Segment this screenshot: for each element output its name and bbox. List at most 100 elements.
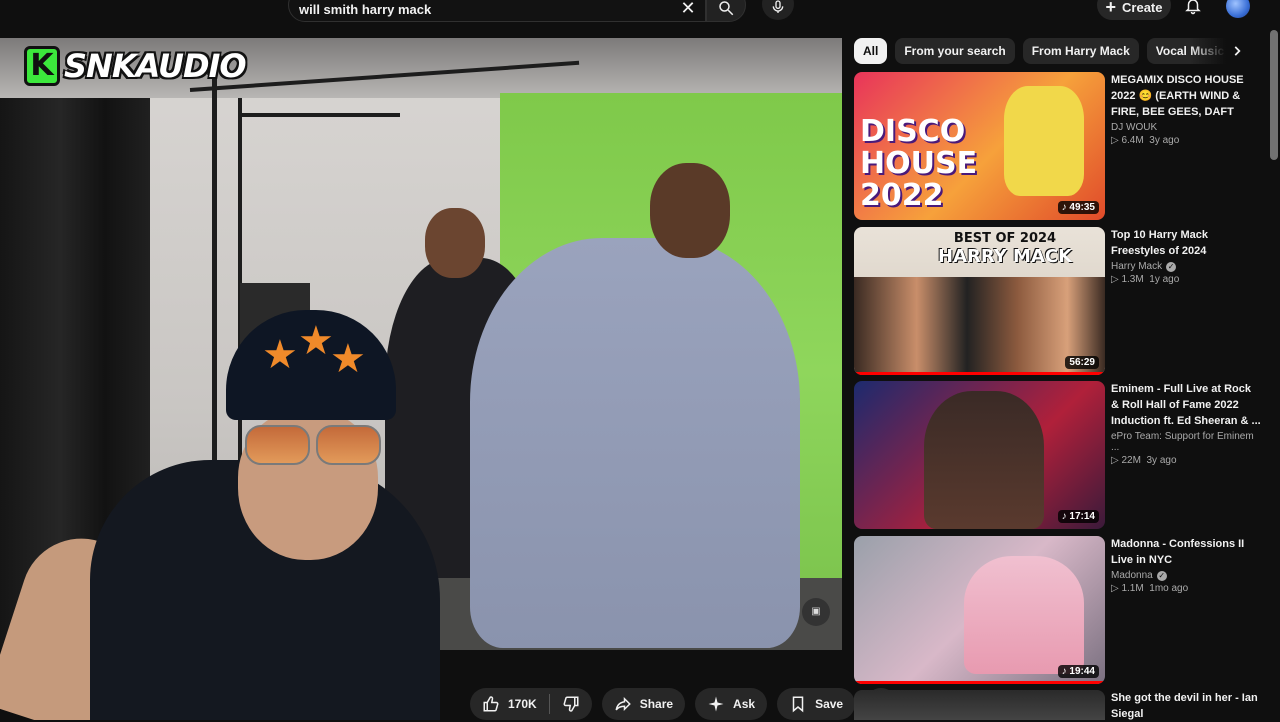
video-title[interactable]: Top 10 Harry Mack Freestyles of 2024	[1111, 227, 1261, 259]
like-count: 170K	[508, 697, 537, 711]
search-button[interactable]	[706, 0, 746, 22]
video-stats: ▷ 22M 3y ago	[1111, 455, 1261, 466]
video-thumbnail[interactable]: DISCO HOUSE 2022 ♪ 49:35	[854, 72, 1105, 220]
thumbnail-text: BEST OF 2024 HARRY MACK	[938, 231, 1072, 267]
sparkle-icon	[708, 696, 724, 712]
video-stats: ▷ 6.4M 3y ago	[1111, 135, 1261, 146]
chips-next-button[interactable]	[1226, 40, 1248, 62]
share-button[interactable]: Share	[601, 688, 686, 720]
scrollbar[interactable]	[1270, 30, 1278, 160]
video-meta: She got the devil in her - Ian Siegal	[1111, 690, 1261, 722]
seated-person-right	[470, 238, 800, 648]
thumbnail-line: BEST OF 2024	[953, 231, 1057, 246]
recommendation-item[interactable]: DISCO HOUSE 2022 ♪ 49:35 MEGAMIX DISCO H…	[854, 72, 1264, 220]
chip-all[interactable]: All	[854, 38, 888, 64]
share-icon	[615, 696, 631, 712]
avatar[interactable]	[1226, 0, 1250, 18]
create-button[interactable]: + Create	[1097, 0, 1171, 20]
video-thumbnail[interactable]: ♪ 19:44	[854, 536, 1105, 684]
duration-badge: 56:29	[1065, 356, 1099, 369]
channel-label: Harry Mack	[1111, 261, 1163, 272]
search-icon	[719, 1, 734, 16]
streamer-webcam: ★ ★ ★	[0, 300, 440, 720]
thumbs-down-icon	[563, 696, 579, 712]
chevron-right-icon	[1234, 46, 1241, 56]
boom-arm	[240, 113, 400, 117]
channel-name[interactable]: ePro Team: Support for Eminem ...	[1111, 431, 1261, 453]
channel-name[interactable]: DJ WOUK	[1111, 122, 1261, 133]
video-title[interactable]: She got the devil in her - Ian Siegal	[1111, 690, 1261, 722]
duration-badge: ♪ 19:44	[1057, 665, 1099, 678]
search-input[interactable]	[299, 0, 669, 18]
view-count: 22M	[1121, 455, 1141, 466]
logo-text: SNKAUDIO	[64, 47, 247, 85]
duration-text: 17:14	[1069, 511, 1095, 522]
upload-age: 1y ago	[1149, 274, 1180, 285]
video-meta: Top 10 Harry Mack Freestyles of 2024 Har…	[1111, 227, 1261, 285]
watch-progress	[854, 681, 1105, 684]
like-dislike-group: 170K	[470, 688, 592, 720]
recommendation-item[interactable]: BEST OF 2024 HARRY MACK 56:29 Top 10 Har…	[854, 227, 1264, 375]
upload-age: 1mo ago	[1149, 583, 1189, 594]
upload-age: 3y ago	[1146, 455, 1177, 466]
verified-icon: ✓	[1166, 261, 1177, 272]
video-title[interactable]: MEGAMIX DISCO HOUSE 2022 😊 (EARTH WIND &…	[1111, 72, 1261, 120]
ask-label: Ask	[733, 697, 756, 711]
channel-label: DJ WOUK	[1111, 122, 1158, 133]
thumbnail-line: HOUSE	[860, 146, 978, 181]
video-stats: ▷ 1.1M 1mo ago	[1111, 583, 1261, 594]
video-thumbnail[interactable]: BEST OF 2024 HARRY MACK 56:29	[854, 227, 1105, 375]
video-title[interactable]: Eminem - Full Live at Rock & Roll Hall o…	[1111, 381, 1261, 429]
like-button[interactable]: 170K	[470, 688, 549, 720]
thumbnail-line: 2022	[860, 178, 944, 213]
recommendation-item[interactable]: ♪ 19:44 Madonna - Confessions II Live in…	[854, 536, 1264, 684]
share-label: Share	[639, 697, 674, 711]
channel-name[interactable]: Harry Mack ✓	[1111, 261, 1261, 272]
video-thumbnail[interactable]: ♪ 17:14	[854, 381, 1105, 529]
channel-label: Madonna	[1111, 570, 1153, 581]
play-icon: ▷	[1111, 274, 1122, 285]
thumbnail-line: DISCO	[860, 114, 966, 149]
notifications-button[interactable]	[1182, 0, 1204, 18]
play-icon: ▷	[1111, 455, 1122, 466]
logo-mark: K	[24, 46, 60, 86]
thumbnail-text: DISCO HOUSE 2022	[860, 116, 977, 212]
recommendation-item[interactable]: ♪ 17:14 Eminem - Full Live at Rock & Rol…	[854, 381, 1264, 529]
ask-button[interactable]: Ask	[695, 688, 768, 720]
close-icon[interactable]: ✕	[678, 0, 698, 18]
voice-search-button[interactable]	[762, 0, 794, 20]
thumbnail-performer	[964, 556, 1084, 674]
mic-icon	[772, 0, 784, 13]
video-thumbnail[interactable]	[854, 690, 1105, 720]
streamer-sunglasses	[245, 425, 381, 465]
bell-icon	[1185, 0, 1201, 15]
video-title[interactable]: Madonna - Confessions II Live in NYC	[1111, 536, 1261, 568]
bookmark-icon	[792, 696, 804, 713]
top-bar: ✕ + Create	[0, 0, 1280, 24]
duration-text: 56:29	[1069, 357, 1095, 368]
video-meta: Madonna - Confessions II Live in NYC Mad…	[1111, 536, 1261, 594]
verified-icon: ✓	[1156, 570, 1167, 581]
video-stats: ▷ 1.3M 1y ago	[1111, 274, 1261, 285]
duration-text: 49:35	[1069, 202, 1095, 213]
star-icon: ★	[330, 337, 366, 381]
save-button[interactable]: Save	[777, 688, 856, 720]
chip-from-harry-mack[interactable]: From Harry Mack	[1022, 38, 1139, 64]
play-icon: ▷	[1111, 135, 1122, 146]
seated-person-left-head	[425, 208, 485, 278]
video-meta: Eminem - Full Live at Rock & Roll Hall o…	[1111, 381, 1261, 466]
channel-name[interactable]: Madonna ✓	[1111, 570, 1261, 581]
duration-badge: ♪ 17:14	[1057, 510, 1099, 523]
search-box[interactable]	[288, 0, 706, 22]
video-meta: MEGAMIX DISCO HOUSE 2022 😊 (EARTH WIND &…	[1111, 72, 1261, 146]
view-count: 1.1M	[1121, 583, 1144, 594]
play-icon: ▷	[1111, 583, 1122, 594]
thumbs-up-icon	[483, 696, 499, 712]
recommendation-item[interactable]: She got the devil in her - Ian Siegal	[854, 690, 1264, 720]
view-count: 6.4M	[1121, 135, 1144, 146]
watch-progress	[854, 372, 1105, 375]
chip-from-your-search[interactable]: From your search	[895, 38, 1015, 64]
dislike-button[interactable]	[550, 688, 592, 720]
save-label: Save	[815, 697, 844, 711]
duration-badge: ♪ 49:35	[1057, 201, 1099, 214]
